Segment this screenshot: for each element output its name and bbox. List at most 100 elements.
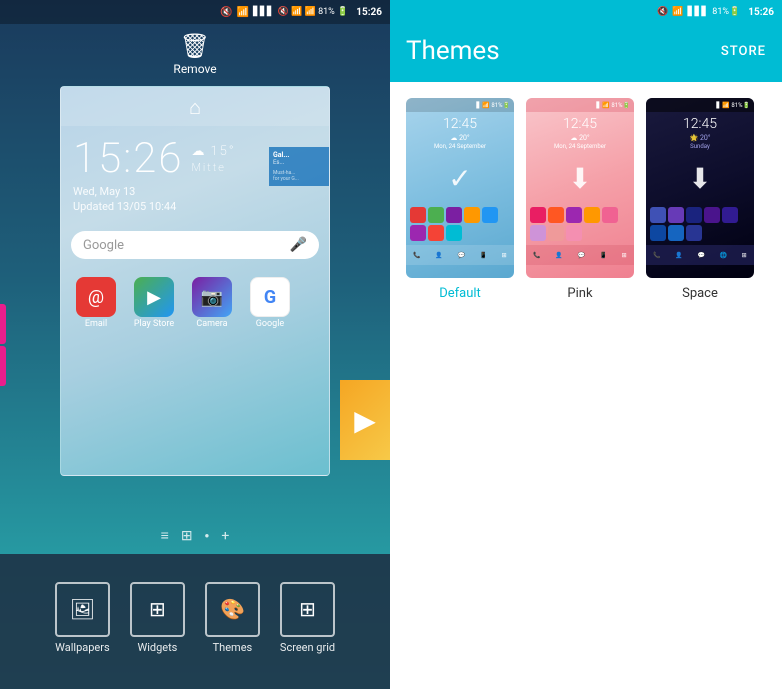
mini-app-7 xyxy=(428,225,444,241)
mini-status-space: ▋ 📶 81%🔋 xyxy=(646,98,754,112)
theme-label-space: Space xyxy=(682,286,718,301)
mini-time-default: 12:45 xyxy=(406,112,514,134)
playstore-icon: ▶ xyxy=(134,277,174,317)
mini-app-s5 xyxy=(722,207,738,223)
theme-preview-pink: ▋ 📶 81%🔋 12:45 ☁ 20° Mon, 24 September ⬇ xyxy=(526,98,634,278)
themes-grid: ▋ 📶 81%🔋 12:45 ☁ 20° Mon, 24 September ✓ xyxy=(390,82,782,317)
gallery-edge-icon: ▶ xyxy=(340,380,390,460)
signal-icon: ▋▋▋ xyxy=(253,7,274,17)
time-right: 15:26 xyxy=(748,7,774,18)
mini-app-s6 xyxy=(650,225,666,241)
widgets-label: Widgets xyxy=(137,641,177,654)
widgets-option[interactable]: ⊞ Widgets xyxy=(130,582,185,654)
mini-app-p8 xyxy=(566,225,582,241)
widgets-icon: ⊞ xyxy=(130,582,185,637)
status-bar-left: 🔇 📶 ▋▋▋ 🔇 📶 📶 81% 🔋 15:26 xyxy=(0,0,390,24)
mini-app-p2 xyxy=(548,207,564,223)
mute-icon-r: 🔇 xyxy=(657,7,668,17)
mini-apps-default xyxy=(406,203,514,245)
email-label: Email xyxy=(85,319,107,329)
bottom-options: 🖼 Wallpapers ⊞ Widgets 🎨 Themes ⊞ Screen… xyxy=(0,554,390,689)
left-panel: 🔇 📶 ▋▋▋ 🔇 📶 📶 81% 🔋 15:26 🗑 Remove ⌂ 15:… xyxy=(0,0,390,689)
mini-app-p7 xyxy=(548,225,564,241)
remove-button[interactable]: 🗑 Remove xyxy=(173,32,216,76)
wifi-icon: 📶 xyxy=(237,7,249,18)
mini-apps-pink xyxy=(526,203,634,245)
mini-bottom-pink: 📞👤💬📱⊞ xyxy=(526,245,634,265)
app-icons-row: @ Email ▶ Play Store 📷 Camera G Google xyxy=(61,269,329,337)
mini-download-space: ⬇ xyxy=(646,162,754,195)
google-search[interactable]: Google 🎤 xyxy=(71,231,319,259)
mini-app-3 xyxy=(446,207,462,223)
theme-preview-space: ▋ 📶 81%🔋 12:45 🌟 20° Sunday ⬇ xyxy=(646,98,754,278)
nav-home: ⊞ xyxy=(181,528,193,544)
mini-download-pink: ⬇ xyxy=(526,162,634,195)
status-icons-right: 🔇 📶 ▋▋▋ 81%🔋 15:26 xyxy=(657,7,774,18)
mini-app-5 xyxy=(482,207,498,223)
mini-app-2 xyxy=(428,207,444,223)
theme-preview-default: ▋ 📶 81%🔋 12:45 ☁ 20° Mon, 24 September ✓ xyxy=(406,98,514,278)
mini-apps-space xyxy=(646,203,754,245)
themes-option[interactable]: 🎨 Themes xyxy=(205,582,260,654)
themes-rest xyxy=(390,317,782,689)
screengrid-option[interactable]: ⊞ Screen grid xyxy=(280,582,335,654)
mini-app-1 xyxy=(410,207,426,223)
screengrid-icon: ⊞ xyxy=(280,582,335,637)
battery-percent: 🔇 📶 📶 81% 🔋 xyxy=(278,7,348,17)
themes-label: Themes xyxy=(213,641,253,654)
mini-app-8 xyxy=(446,225,462,241)
phone-preview: ⌂ 15:26 ☁ 15° Mitte Wed, May 13 Updated … xyxy=(60,86,330,476)
themes-header: Themes STORE xyxy=(390,24,782,82)
sidebar-tab-1 xyxy=(0,304,6,344)
mini-app-p1 xyxy=(530,207,546,223)
app-camera[interactable]: 📷 Camera xyxy=(187,277,237,329)
theme-item-pink[interactable]: ▋ 📶 81%🔋 12:45 ☁ 20° Mon, 24 September ⬇ xyxy=(526,98,634,301)
gallery-widget: Gal... Es... Must-ha... for your G... xyxy=(269,147,329,186)
date-line: Wed, May 13 xyxy=(73,185,317,198)
email-icon: @ xyxy=(76,277,116,317)
right-panel: 🔇 📶 ▋▋▋ 81%🔋 15:26 Themes STORE ▋ 📶 81%🔋… xyxy=(390,0,782,689)
mini-app-s2 xyxy=(668,207,684,223)
mini-time-pink: 12:45 xyxy=(526,112,634,134)
mini-app-p4 xyxy=(584,207,600,223)
time-left: 15:26 xyxy=(356,7,382,18)
mini-status-pink: ▋ 📶 81%🔋 xyxy=(526,98,634,112)
theme-item-space[interactable]: ▋ 📶 81%🔋 12:45 🌟 20° Sunday ⬇ xyxy=(646,98,754,301)
location: Mitte xyxy=(191,161,235,174)
mini-status-default: ▋ 📶 81%🔋 xyxy=(406,98,514,112)
remove-label: Remove xyxy=(173,62,216,76)
mini-app-p6 xyxy=(530,225,546,241)
camera-icon: 📷 xyxy=(192,277,232,317)
weather-info: ☁ 15° xyxy=(191,144,235,159)
theme-item-default[interactable]: ▋ 📶 81%🔋 12:45 ☁ 20° Mon, 24 September ✓ xyxy=(406,98,514,301)
nav-menu: ≡ xyxy=(161,527,169,544)
theme-label-pink: Pink xyxy=(567,286,592,301)
mini-app-s7 xyxy=(668,225,684,241)
mini-weather-space: 🌟 20° Sunday xyxy=(646,134,754,154)
nav-dot: ● xyxy=(205,531,210,540)
store-button[interactable]: STORE xyxy=(721,44,766,59)
app-playstore[interactable]: ▶ Play Store xyxy=(129,277,179,329)
mini-bottom-default: 📞👤💬📱⊞ xyxy=(406,245,514,265)
left-sidebar-tabs xyxy=(0,304,6,386)
weather-icon: ☁ xyxy=(191,144,206,159)
signal-icon-r: ▋▋▋ xyxy=(688,7,709,17)
google-label: Google xyxy=(256,319,284,329)
sidebar-tab-2 xyxy=(0,346,6,386)
screengrid-label: Screen grid xyxy=(280,641,335,654)
wifi-icon-r: 📶 xyxy=(672,7,683,17)
wallpapers-option[interactable]: 🖼 Wallpapers xyxy=(55,582,110,654)
phone-preview-header: ⌂ xyxy=(61,87,329,126)
app-google[interactable]: G Google xyxy=(245,277,295,329)
nav-add: + xyxy=(221,528,229,544)
themes-icon: 🎨 xyxy=(205,582,260,637)
search-text: Google xyxy=(83,238,124,253)
app-email[interactable]: @ Email xyxy=(71,277,121,329)
mic-icon: 🎤 xyxy=(290,237,307,253)
mini-app-6 xyxy=(410,225,426,241)
mini-app-s8 xyxy=(686,225,702,241)
status-icons-left: 🔇 📶 ▋▋▋ 🔇 📶 📶 81% 🔋 15:26 xyxy=(220,7,382,18)
battery-r: 81%🔋 xyxy=(712,7,740,17)
updated-line: Updated 13/05 10:44 xyxy=(73,200,317,213)
status-bar-right: 🔇 📶 ▋▋▋ 81%🔋 15:26 xyxy=(390,0,782,24)
